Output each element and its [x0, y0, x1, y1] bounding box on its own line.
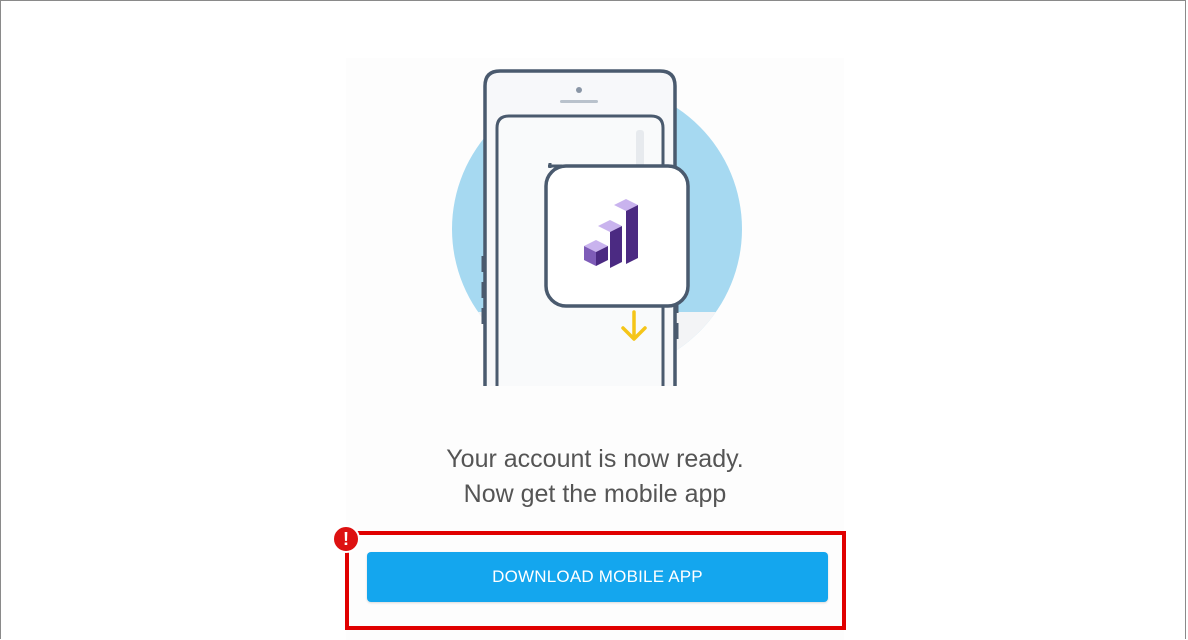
- exclamation-icon: !: [332, 525, 360, 553]
- download-mobile-app-button[interactable]: DOWNLOAD MOBILE APP: [367, 552, 828, 602]
- message-line-2: Now get the mobile app: [463, 480, 727, 508]
- account-ready-message: Your account is now ready. Now get the m…: [346, 442, 844, 512]
- message-line-1: Your account is now ready.: [446, 445, 744, 473]
- phone-download-illustration: [452, 69, 742, 386]
